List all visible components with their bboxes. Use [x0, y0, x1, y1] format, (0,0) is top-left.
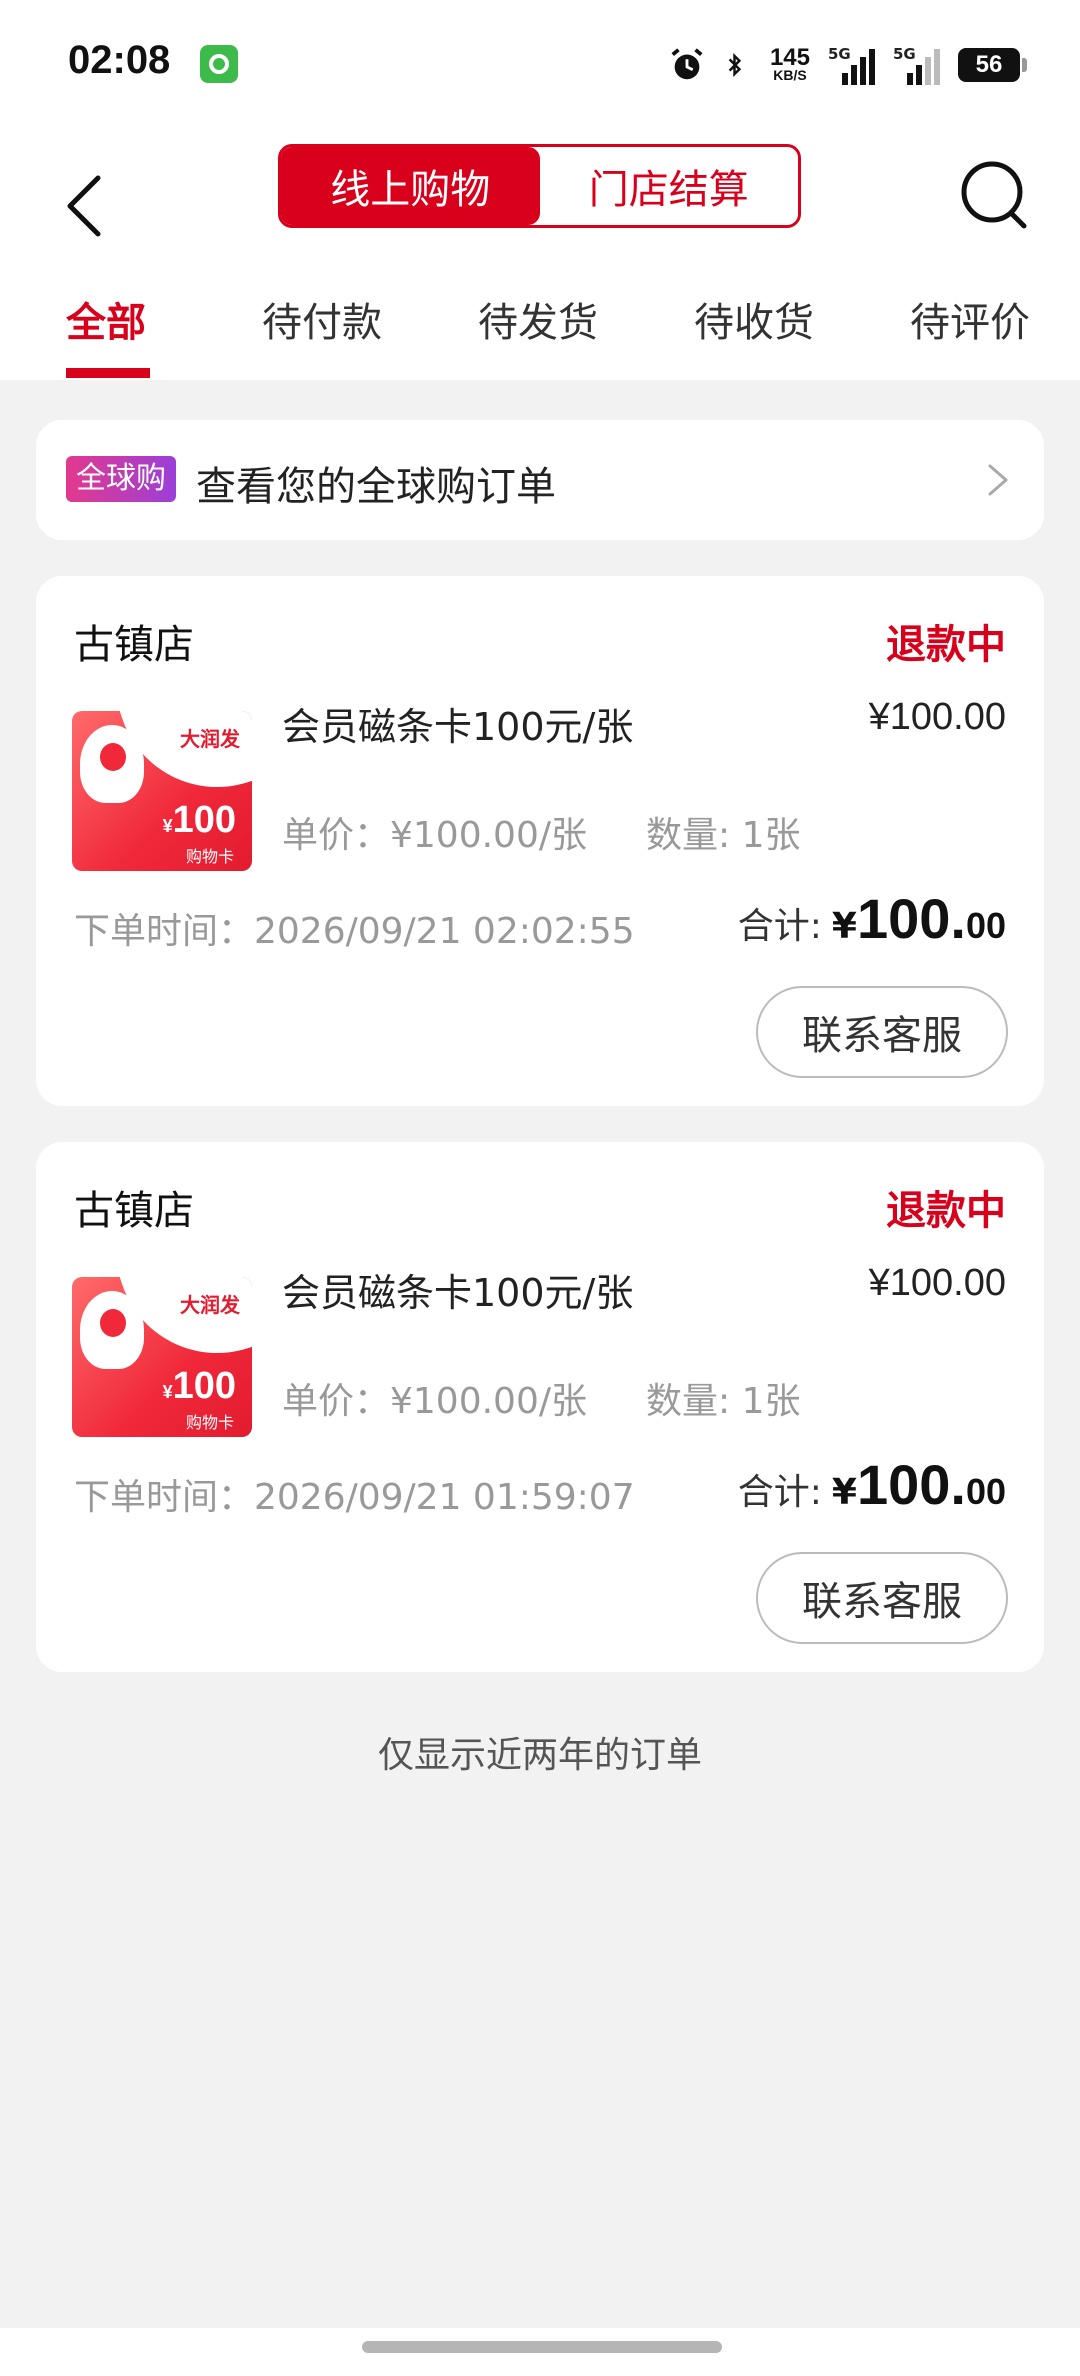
- tab-pending-payment[interactable]: 待付款: [262, 290, 382, 348]
- thumb-currency: ¥: [162, 1382, 173, 1402]
- quantity: 数量: 1张: [646, 815, 801, 856]
- contact-support-button[interactable]: 联系客服: [756, 986, 1008, 1078]
- tab-active-indicator: [66, 368, 150, 378]
- order-total: 合计: ¥ 100. 00: [738, 1452, 1006, 1517]
- product-name[interactable]: 会员磁条卡100元/张: [282, 696, 633, 751]
- store-name: 古镇店: [74, 1188, 194, 1234]
- signal-icon-sim1: 5G: [828, 45, 875, 85]
- signal-icon-sim2: 5G: [893, 45, 940, 85]
- order-card[interactable]: 古镇店 退款中 大润发 ¥100 购物卡 会员磁条卡100元/张 ¥100.00…: [36, 1142, 1044, 1672]
- header: 线上购物 门店结算 全部 待付款 待发货 待收货 待评价: [0, 130, 1080, 380]
- thumb-brand: 大润发: [180, 727, 240, 751]
- global-orders-banner[interactable]: 全球购 查看您的全球购订单: [36, 420, 1044, 540]
- status-icons: 145 KB/S 5G 5G 56: [668, 40, 1027, 90]
- status-bar: 02:08 145 KB/S 5G 5G 56: [0, 0, 1080, 130]
- back-icon[interactable]: [50, 150, 120, 260]
- total-currency: ¥: [831, 1472, 857, 1513]
- mascot-icon: [80, 725, 144, 803]
- battery-icon: 56: [958, 48, 1027, 82]
- mascot-icon: [80, 1291, 144, 1369]
- signal2-label: 5G: [893, 45, 916, 63]
- history-footnote: 仅显示近两年的订单: [377, 1735, 702, 1776]
- thumb-amount-value: 100: [172, 1365, 236, 1407]
- global-banner-text: 查看您的全球购订单: [196, 464, 556, 510]
- total-integer: 100.: [856, 1453, 966, 1516]
- total-currency: ¥: [831, 906, 857, 947]
- app-notification-icon: [200, 45, 238, 83]
- total-label: 合计:: [737, 1472, 822, 1513]
- order-total: 合计: ¥ 100. 00: [738, 886, 1006, 951]
- total-decimal: 00: [965, 905, 1006, 946]
- signal1-label: 5G: [828, 45, 851, 63]
- unit-price: 单价：¥100.00/张: [282, 815, 587, 856]
- product-thumbnail[interactable]: 大润发 ¥100 购物卡: [72, 711, 252, 871]
- search-icon[interactable]: [950, 150, 1040, 240]
- order-card[interactable]: 古镇店 退款中 大润发 ¥100 购物卡 会员磁条卡100元/张 ¥100.00…: [36, 576, 1044, 1106]
- thumb-amount: ¥100: [163, 1365, 236, 1408]
- quantity: 数量: 1张: [646, 1381, 801, 1422]
- thumb-card-name: 购物卡: [185, 847, 234, 866]
- order-time: 下单时间：2026/09/21 02:02:55: [74, 911, 635, 952]
- product-name[interactable]: 会员磁条卡100元/张: [282, 1262, 633, 1317]
- segment-store-checkout[interactable]: 门店结算: [539, 147, 798, 225]
- status-time: 02:08: [68, 38, 171, 82]
- product-thumbnail[interactable]: 大润发 ¥100 购物卡: [72, 1277, 252, 1437]
- product-price: ¥100.00: [868, 696, 1006, 738]
- order-status: 退款中: [886, 622, 1006, 668]
- tab-pending-review[interactable]: 待评价: [910, 290, 1030, 348]
- network-speed-unit: KB/S: [773, 67, 807, 83]
- network-speed: 145 KB/S: [770, 46, 810, 83]
- tab-pending-shipment[interactable]: 待发货: [478, 290, 598, 348]
- tab-all[interactable]: 全部: [66, 290, 146, 348]
- order-status: 退款中: [886, 1188, 1006, 1234]
- total-integer: 100.: [856, 887, 966, 950]
- thumb-currency: ¥: [162, 816, 173, 836]
- segment-online-shopping[interactable]: 线上购物: [281, 147, 540, 225]
- product-price: ¥100.00: [868, 1262, 1006, 1304]
- thumb-amount: ¥100: [163, 799, 236, 842]
- total-decimal: 00: [965, 1471, 1006, 1512]
- bluetooth-icon: [728, 52, 742, 78]
- shopping-mode-switch: 线上购物 门店结算: [278, 144, 801, 228]
- chevron-right-icon: [988, 464, 1008, 496]
- thumb-card-name: 购物卡: [185, 1413, 234, 1432]
- alarm-icon: [671, 48, 703, 80]
- contact-support-button[interactable]: 联系客服: [756, 1552, 1008, 1644]
- thumb-amount-value: 100: [172, 799, 236, 841]
- store-name: 古镇店: [74, 622, 194, 668]
- home-indicator[interactable]: [362, 2341, 722, 2353]
- unit-price: 单价：¥100.00/张: [282, 1381, 587, 1422]
- global-badge: 全球购: [66, 456, 176, 502]
- order-time: 下单时间：2026/09/21 01:59:07: [74, 1477, 635, 1518]
- tab-pending-receipt[interactable]: 待收货: [694, 290, 814, 348]
- thumb-brand: 大润发: [180, 1293, 240, 1317]
- total-label: 合计:: [737, 906, 822, 947]
